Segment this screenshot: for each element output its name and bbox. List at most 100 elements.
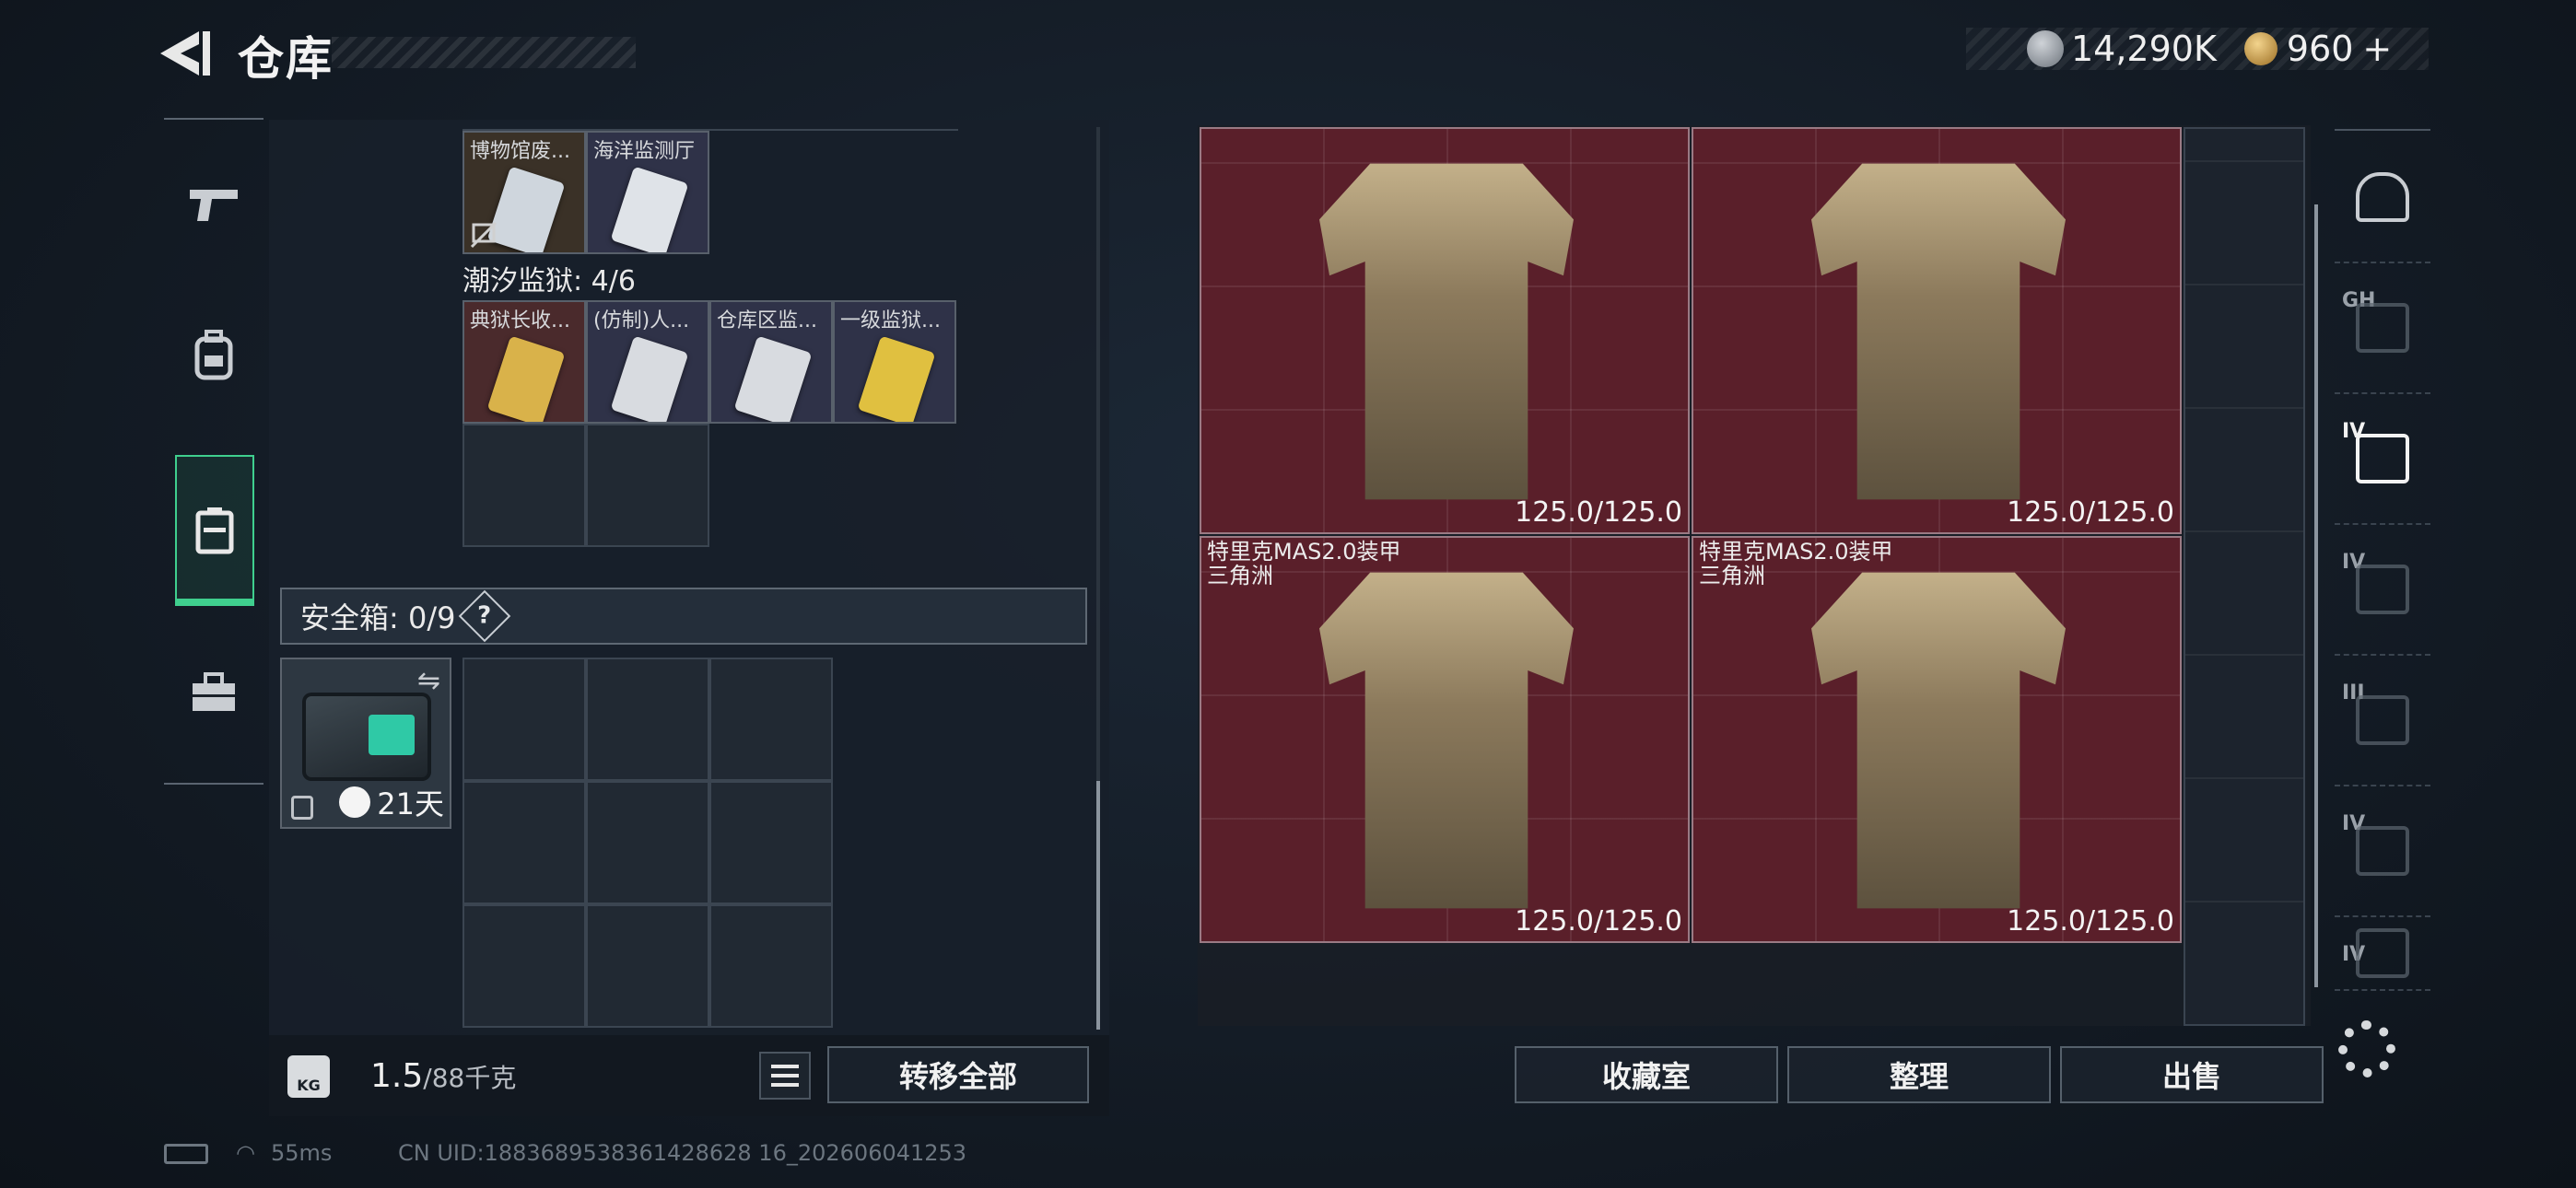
left-category-nav: [164, 118, 263, 785]
key-card-label: 一级监狱...: [840, 309, 941, 332]
key-card-cell[interactable]: 博物馆废...: [463, 131, 586, 254]
nav-gear[interactable]: [164, 280, 263, 431]
keycard-icon: [857, 335, 936, 422]
filter-item[interactable]: III: [2335, 656, 2430, 786]
nav-tools[interactable]: [164, 617, 263, 768]
armor-item[interactable]: 125.0/125.0: [1200, 127, 1690, 534]
list-icon: [771, 1065, 799, 1068]
body-armor-icon: [1319, 572, 1574, 909]
folder-filter-icon: [2356, 826, 2409, 876]
keycard-icon: [610, 166, 689, 252]
armor-item[interactable]: 125.0/125.0: [1692, 127, 2182, 534]
nav-containers[interactable]: [175, 455, 254, 606]
container-icon: [195, 507, 234, 554]
safe-slot[interactable]: [586, 904, 709, 1028]
key-card-cell[interactable]: 典狱长收...: [463, 300, 586, 424]
keycard-icon: [733, 335, 813, 422]
key-card-label: (仿制)人...: [593, 309, 690, 332]
safe-slot[interactable]: [586, 658, 709, 781]
transfer-all-button[interactable]: 转移全部: [827, 1046, 1089, 1103]
key-card-cell[interactable]: 一级监狱...: [833, 300, 956, 424]
key-card-cell[interactable]: 仓库区监...: [709, 300, 833, 424]
weight-capacity: /88千克: [423, 1063, 517, 1093]
safe-box-bar: 安全箱: 0/9 ?: [280, 588, 1087, 645]
armor-durability: 125.0/125.0: [2007, 496, 2174, 529]
currency-bar: 14,290K 960 +: [1966, 28, 2429, 70]
safe-box-days: 21天: [377, 786, 444, 821]
list-view-button[interactable]: [759, 1052, 811, 1100]
body-armor-icon: [1319, 163, 1574, 500]
backpack-icon: [194, 330, 233, 380]
section-title: 潮汐监狱: 4/6: [463, 265, 636, 297]
collection-room-button[interactable]: 收藏室: [1515, 1046, 1778, 1103]
filter-tier: IV: [2342, 420, 2366, 443]
filter-item[interactable]: IV: [2335, 525, 2430, 656]
empty-slot-column[interactable]: [2184, 127, 2305, 1026]
gold-add-button[interactable]: +: [2362, 29, 2392, 69]
key-card-label: 典狱长收...: [470, 309, 570, 332]
settings-gear-icon[interactable]: [2338, 1020, 2395, 1077]
safe-slot[interactable]: [463, 658, 586, 781]
armor-item[interactable]: 特里克MAS2.0装甲 三角洲 125.0/125.0: [1200, 536, 1690, 943]
filter-all[interactable]: [2335, 133, 2430, 263]
organize-button[interactable]: 整理: [1787, 1046, 2051, 1103]
weight-icon: KG: [287, 1055, 330, 1098]
ping-value: 55ms: [271, 1140, 333, 1166]
back-arrow-icon: [160, 31, 210, 76]
armor-filter-icon: [2356, 565, 2409, 614]
safe-slot[interactable]: [709, 904, 833, 1028]
safe-slot[interactable]: [463, 781, 586, 904]
filter-item-active[interactable]: IV: [2335, 394, 2430, 525]
pistol-icon: [190, 190, 238, 221]
filter-item[interactable]: GH: [2335, 263, 2430, 394]
folder-filter-icon: [2356, 928, 2409, 978]
toolbox-icon: [193, 672, 235, 711]
clock-icon: [339, 786, 370, 818]
battery-icon: [164, 1144, 208, 1164]
helmet-icon: [2356, 172, 2409, 222]
filter-item[interactable]: IV: [2335, 917, 2430, 991]
back-button[interactable]: [157, 26, 214, 81]
nav-weapons[interactable]: [164, 129, 263, 280]
safe-slot[interactable]: [709, 781, 833, 904]
weight-current: 1.5: [370, 1057, 424, 1095]
right-filter-nav: GH IV IV III IV IV: [2335, 129, 2430, 995]
no-trade-icon: [470, 221, 498, 249]
silver-amount: 14,290K: [2071, 29, 2217, 69]
help-button[interactable]: ?: [459, 589, 511, 643]
silver-coin-icon: [2027, 30, 2064, 67]
armor-filter-icon: [2356, 303, 2409, 353]
armor-durability: 125.0/125.0: [1515, 905, 1682, 938]
title-stripes: [332, 37, 636, 68]
armor-name: 特里克MAS2.0装甲 三角洲: [1699, 539, 1893, 588]
lock-icon: [291, 796, 313, 820]
armor-durability: 125.0/125.0: [2007, 905, 2174, 938]
right-scroll-thumb[interactable]: [2314, 204, 2318, 987]
key-card-label: 海洋监测厅: [593, 140, 696, 163]
safe-slot[interactable]: [586, 781, 709, 904]
filter-item[interactable]: IV: [2335, 786, 2430, 917]
body-armor-icon: [1811, 572, 2066, 909]
safe-box-panel: [369, 715, 415, 755]
gold-amount: 960: [2286, 29, 2354, 69]
armor-item[interactable]: 特里克MAS2.0装甲 三角洲 125.0/125.0: [1692, 536, 2182, 943]
keycard-icon: [486, 335, 566, 422]
safe-slot[interactable]: [709, 658, 833, 781]
safe-slot[interactable]: [463, 904, 586, 1028]
weight-value: 1.5/88千克: [370, 1057, 516, 1095]
empty-slot[interactable]: [586, 424, 709, 547]
empty-slot[interactable]: [463, 424, 586, 547]
key-card-label: 仓库区监...: [717, 309, 817, 332]
key-card-cell[interactable]: 海洋监测厅: [586, 131, 709, 254]
armor-filter-icon: [2356, 695, 2409, 745]
sell-button[interactable]: 出售: [2060, 1046, 2324, 1103]
wifi-icon: ◠: [236, 1140, 255, 1166]
safe-box-label: 安全箱: 0/9: [300, 600, 456, 635]
safe-box-icon: [302, 693, 431, 781]
key-card-cell[interactable]: (仿制)人...: [586, 300, 709, 424]
armor-name: 特里克MAS2.0装甲 三角洲: [1207, 539, 1401, 588]
left-scroll-thumb[interactable]: [1096, 781, 1100, 1030]
safe-box-item[interactable]: ⇋ 21天: [280, 658, 451, 829]
page-title: 仓库: [238, 32, 334, 86]
help-icon: ?: [477, 602, 493, 630]
